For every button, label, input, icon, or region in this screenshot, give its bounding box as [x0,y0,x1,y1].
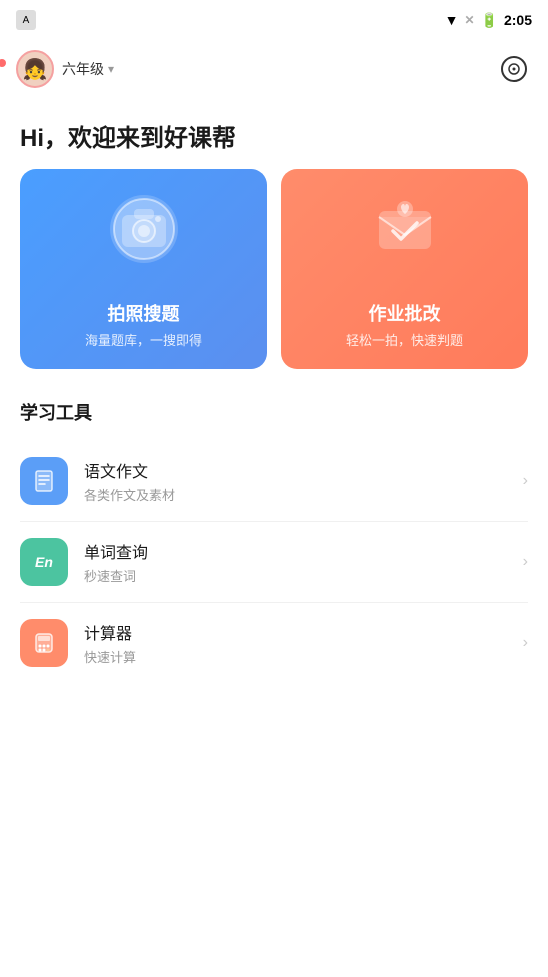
calculator-desc: 快速计算 [84,647,523,666]
greeting-text: Hi，欢迎来到好课帮 [20,98,528,169]
chevron-right-icon-calc: › [523,634,528,652]
chinese-essay-icon [20,457,68,505]
chevron-right-icon-word: › [523,553,528,571]
tool-list: 语文作文 各类作文及素材 › En 单词查询 秒速查词 › [20,441,528,683]
signal-icon: ✕ [464,13,474,27]
battery-icon: 🔋 [481,12,498,29]
homework-review-icon-area [365,189,445,269]
main-content: Hi，欢迎来到好课帮 [0,98,548,977]
photo-search-icon-area [104,189,184,269]
tool-item-calculator[interactable]: 计算器 快速计算 › [20,603,528,683]
chinese-essay-name: 语文作文 [84,458,523,482]
camera-icon [104,189,184,269]
avatar: 👧 [16,50,54,88]
feature-cards: 拍照搜题 海量题库，一搜即得 作业批改 轻松一拍，快速判题 [20,169,528,369]
photo-search-subtitle: 海量题库，一搜即得 [85,330,202,349]
chinese-essay-text: 语文作文 各类作文及素材 [84,458,523,504]
chevron-down-icon: ▾ [108,62,114,76]
word-lookup-name: 单词查询 [84,539,523,563]
learning-tools-title: 学习工具 [20,399,528,425]
en-label: En [35,554,53,570]
photo-search-card[interactable]: 拍照搜题 海量题库，一搜即得 [20,169,267,369]
time-display: 2:05 [504,12,532,28]
user-grade-selector[interactable]: 👧 六年级 ▾ [16,50,114,88]
status-bar-left: A [16,10,36,30]
word-lookup-icon: En [20,538,68,586]
calculator-text: 计算器 快速计算 [84,620,523,666]
word-lookup-desc: 秒速查词 [84,566,523,585]
chevron-right-icon-essay: › [523,472,528,490]
word-lookup-text: 单词查询 秒速查词 [84,539,523,585]
scan-button[interactable] [496,51,532,87]
status-bar: A ▼ ✕ 🔋 2:05 [0,0,548,40]
wifi-icon: ▼ [445,12,459,28]
homework-review-card[interactable]: 作业批改 轻松一拍，快速判题 [281,169,528,369]
top-nav: 👧 六年级 ▾ [0,40,548,98]
photo-search-title: 拍照搜题 [108,300,180,326]
tool-item-chinese-essay[interactable]: 语文作文 各类作文及素材 › [20,441,528,522]
grade-label: 六年级 [62,59,104,79]
calculator-icon [20,619,68,667]
notification-dot [0,59,6,67]
app-icon: A [16,10,36,30]
status-bar-right: ▼ ✕ 🔋 2:05 [445,12,532,29]
calculator-name: 计算器 [84,620,523,644]
homework-icon [365,189,445,269]
tool-item-word-lookup[interactable]: En 单词查询 秒速查词 › [20,522,528,603]
homework-review-title: 作业批改 [369,300,441,326]
avatar-image: 👧 [18,52,52,86]
chinese-essay-desc: 各类作文及素材 [84,485,523,504]
scan-icon [500,55,528,83]
grade-badge: 六年级 ▾ [62,59,114,79]
homework-review-subtitle: 轻松一拍，快速判题 [346,330,463,349]
